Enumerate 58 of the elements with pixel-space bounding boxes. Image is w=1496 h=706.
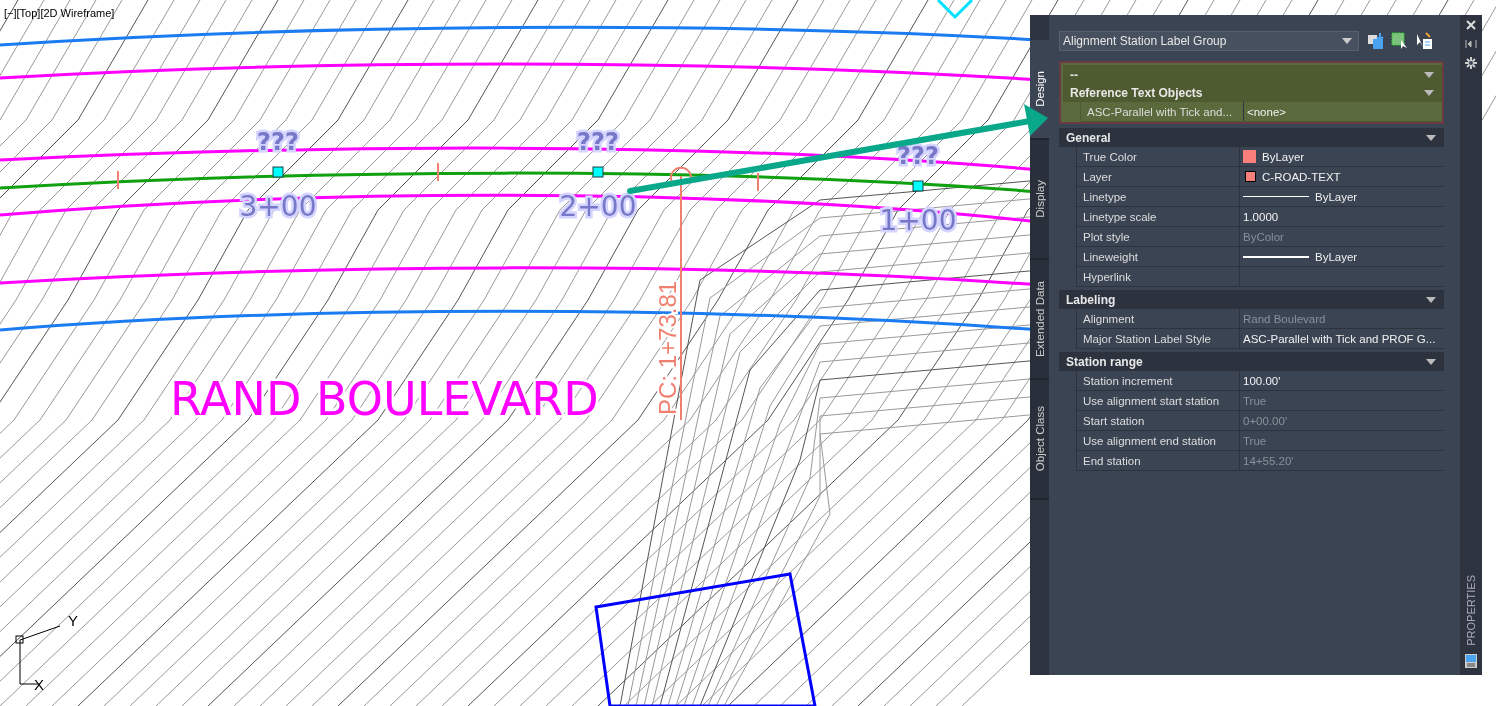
select-objects-icon[interactable] [1391, 32, 1409, 50]
property-name: Layer [1077, 167, 1240, 186]
property-name: Major Station Label Style [1077, 329, 1240, 348]
property-value[interactable]: 1.0000 [1240, 207, 1444, 226]
caret-icon [1426, 295, 1436, 304]
station-tick [757, 172, 759, 192]
section-header[interactable]: Station range [1059, 352, 1444, 371]
curve-station-label: PC: 1+73.81 [654, 280, 681, 415]
property-value[interactable]: ByLayer [1240, 147, 1444, 166]
ucs-axis-label: Y [68, 612, 78, 629]
property-name: Alignment [1077, 309, 1240, 328]
palette-title: PROPERTIES [1465, 575, 1477, 646]
side-tab[interactable]: Object Class [1030, 380, 1049, 500]
station-grip [272, 166, 284, 178]
property-name: ASC-Parallel with Tick and... [1081, 102, 1244, 121]
viewport-label[interactable]: [−][Top][2D Wireframe] [4, 7, 115, 19]
section-header[interactable]: Labeling [1059, 290, 1444, 309]
station-tick [437, 162, 439, 182]
side-tab[interactable]: Display [1030, 140, 1049, 260]
property-value[interactable]: ASC-Parallel with Tick and PROF G... [1240, 329, 1444, 348]
settings-icon[interactable] [1465, 57, 1477, 69]
caret-icon [1342, 38, 1352, 44]
station-grip [912, 180, 924, 192]
ucs-axis-label: X [34, 676, 44, 693]
property-value[interactable]: 100.00' [1240, 371, 1444, 390]
section-header[interactable]: General [1059, 128, 1444, 147]
line-preview-icon [1243, 255, 1309, 258]
property-name: Plot style [1077, 227, 1240, 246]
section-header[interactable]: Reference Text Objects [1063, 83, 1442, 102]
property-value[interactable]: C-ROAD-TEXT [1240, 167, 1444, 186]
property-name: Use alignment end station [1077, 431, 1240, 450]
object-type-dropdown[interactable]: Alignment Station Label Group [1059, 31, 1359, 51]
caret-icon [1426, 133, 1436, 142]
auto-hide-icon[interactable] [1465, 38, 1477, 50]
station-label: 2+00 [559, 190, 637, 223]
property-name: Lineweight [1077, 247, 1240, 266]
properties-palette-icon[interactable] [1464, 653, 1478, 669]
property-name: True Color [1077, 147, 1240, 166]
close-icon[interactable] [1465, 19, 1477, 31]
chevron-shape [936, 0, 974, 20]
quick-select-icon[interactable] [1415, 32, 1433, 50]
station-tick [117, 170, 119, 190]
property-value[interactable]: ByLayer [1240, 187, 1444, 206]
side-tab[interactable]: Extended Data [1030, 260, 1049, 380]
property-name: Linetype [1077, 187, 1240, 206]
toggle-pickadd-icon[interactable] [1367, 32, 1385, 50]
street-name-label: RAND BOULEVARD [170, 372, 599, 426]
property-name: Hyperlink [1077, 267, 1240, 286]
caret-icon [1426, 357, 1436, 366]
property-name: Start station [1077, 411, 1240, 430]
property-value[interactable]: ByLayer [1240, 247, 1444, 266]
property-name: Linetype scale [1077, 207, 1240, 226]
line-preview-icon [1243, 196, 1309, 197]
station-grip [592, 166, 604, 178]
property-name: Station increment [1077, 371, 1240, 390]
property-name: Use alignment start station [1077, 391, 1240, 410]
property-name: End station [1077, 451, 1240, 470]
property-value[interactable]: <none> [1244, 102, 1442, 121]
